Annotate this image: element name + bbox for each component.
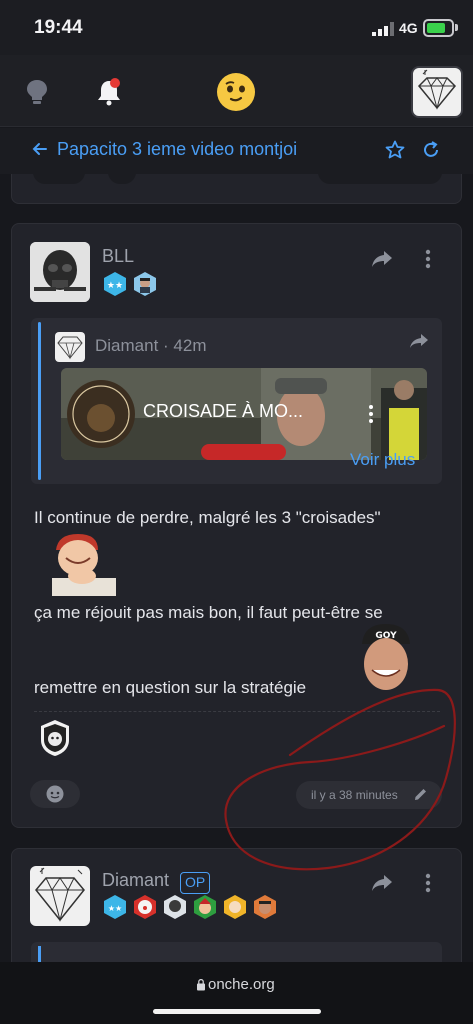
lightbulb-icon[interactable] — [24, 78, 50, 106]
man-badge-icon — [164, 895, 186, 919]
svg-text:★★: ★★ — [107, 281, 123, 291]
next-author-badges: ★★ — [102, 894, 278, 920]
post-text-line: remettre en question sur la stratégie — [34, 678, 307, 697]
pirate-badge-icon — [254, 895, 276, 919]
share-icon[interactable] — [370, 872, 394, 894]
elf-badge-icon — [194, 895, 216, 919]
notification-dot — [110, 78, 120, 88]
smiley-react-icon — [46, 785, 64, 803]
quote-accent-bar — [38, 322, 41, 480]
two-stars-badge-icon: ★★ — [104, 272, 126, 296]
video-title[interactable]: CROISADE À MO... — [143, 401, 303, 422]
battery-tip — [455, 24, 458, 31]
girl-badge-icon — [224, 895, 246, 919]
more-options-icon[interactable] — [420, 248, 436, 270]
svg-text:★★: ★★ — [108, 904, 122, 913]
diamond-drawing-icon — [417, 69, 457, 110]
next-post-author[interactable]: Diamant — [102, 870, 169, 891]
next-author-avatar[interactable] — [30, 866, 90, 926]
post-author[interactable]: BLL — [102, 246, 134, 267]
battery-fill — [427, 23, 445, 33]
share-icon[interactable] — [370, 248, 394, 270]
refresh-icon[interactable] — [421, 140, 441, 160]
browser-url-bar[interactable] — [0, 962, 473, 1024]
status-time: 19:44 — [34, 17, 83, 38]
post-text-line: ça me réjouit pas mais bon, il faut peut… — [34, 603, 383, 622]
signature-divider — [34, 711, 440, 712]
post-text-line: Il continue de perdre, malgré les 3 "cro… — [34, 508, 381, 527]
author-badges: ★★ — [102, 271, 158, 297]
signature-shield-icon — [41, 720, 69, 756]
clown-badge-icon — [134, 895, 156, 919]
url-text[interactable]: onche.org — [208, 976, 275, 993]
star-icon[interactable] — [385, 140, 405, 160]
battery-icon — [423, 19, 454, 37]
op-badge: OP — [180, 872, 211, 894]
more-options-icon[interactable] — [420, 872, 436, 894]
quote-author[interactable]: Diamant · 42m — [95, 336, 207, 356]
post-time: il y a 38 minutes — [311, 788, 398, 802]
stars-badge-icon: ★★ — [104, 895, 126, 919]
network-type: 4G — [399, 20, 418, 36]
quote-author-avatar[interactable] — [55, 332, 85, 362]
skull-avatar-icon — [30, 242, 90, 302]
user-avatar[interactable] — [411, 66, 463, 118]
see-more-link[interactable]: Voir plus — [350, 450, 415, 470]
author-avatar[interactable] — [30, 242, 90, 302]
laughing-kid-sticker — [52, 534, 116, 596]
topic-title[interactable]: Papacito 3 ieme video montjoi — [57, 139, 297, 160]
diamond-drawing-icon — [35, 867, 85, 922]
onche-logo-icon[interactable] — [216, 72, 256, 112]
edit-pencil-icon[interactable] — [414, 788, 427, 801]
back-arrow-icon[interactable] — [32, 141, 48, 157]
goy-cap-sticker: GOY — [362, 624, 410, 690]
signal-icon — [372, 22, 394, 36]
quote-share-icon[interactable] — [408, 332, 430, 350]
home-indicator[interactable] — [153, 1009, 321, 1014]
video-more-icon[interactable] — [366, 404, 376, 424]
lock-icon — [197, 979, 205, 991]
avatar-badge-icon — [134, 272, 156, 296]
diamond-drawing-icon — [57, 336, 83, 360]
